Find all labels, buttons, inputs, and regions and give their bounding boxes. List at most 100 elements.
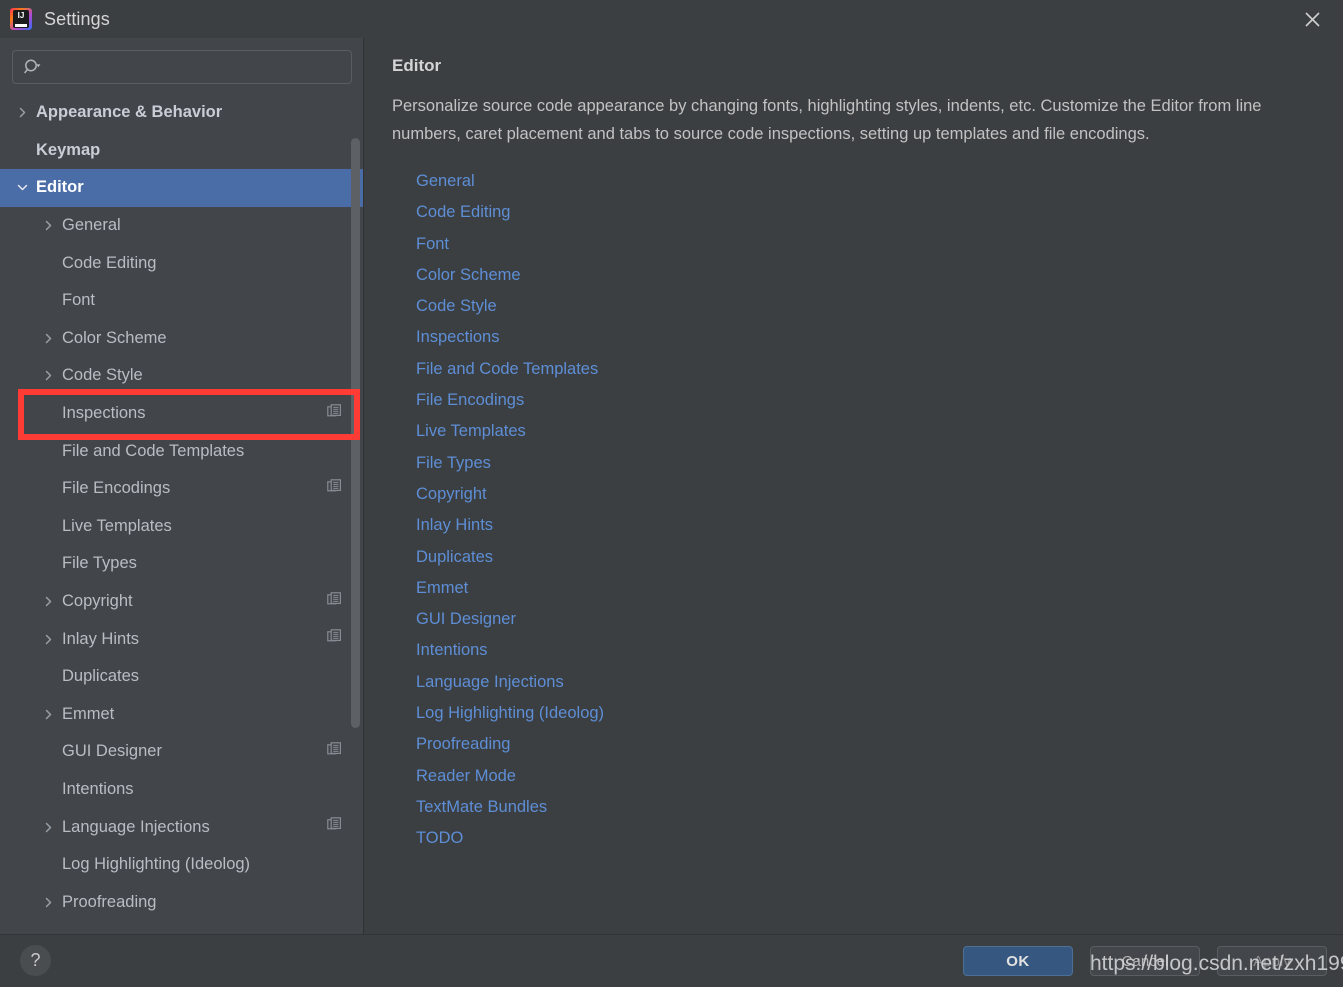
search-input[interactable] bbox=[45, 52, 351, 82]
sidebar-item-label: Log Highlighting (Ideolog) bbox=[62, 855, 251, 874]
sidebar-item-label: Inspections bbox=[62, 404, 146, 423]
sidebar-item-inlay-hints[interactable]: Inlay Hints bbox=[0, 620, 364, 658]
close-icon[interactable] bbox=[1289, 0, 1335, 38]
chevron-right-icon[interactable] bbox=[38, 370, 58, 381]
sidebar-item-proofreading[interactable]: Proofreading bbox=[0, 883, 364, 921]
sidebar-item-label: File Encodings bbox=[62, 479, 171, 498]
search-area bbox=[0, 38, 364, 94]
chevron-right-icon[interactable] bbox=[38, 220, 58, 231]
editor-link-log-highlighting-ideolog[interactable]: Log Highlighting (Ideolog) bbox=[416, 698, 604, 729]
sidebar-item-label: Code Editing bbox=[62, 253, 157, 272]
chevron-right-icon[interactable] bbox=[38, 634, 58, 645]
settings-content-panel: Editor Personalize source code appearanc… bbox=[364, 38, 1343, 934]
editor-link-copyright[interactable]: Copyright bbox=[416, 479, 487, 510]
sidebar-item-label: Language Injections bbox=[62, 817, 210, 836]
window-title: Settings bbox=[44, 8, 110, 29]
sidebar-item-label: Duplicates bbox=[62, 667, 140, 686]
sidebar-item-label: Appearance & Behavior bbox=[36, 103, 223, 122]
sidebar-item-label: File Types bbox=[62, 554, 137, 573]
sidebar-item-keymap[interactable]: Keymap bbox=[0, 132, 364, 170]
editor-link-file-and-code-templates[interactable]: File and Code Templates bbox=[416, 354, 598, 385]
sidebar-item-label: Emmet bbox=[62, 704, 115, 723]
editor-link-inlay-hints[interactable]: Inlay Hints bbox=[416, 510, 493, 541]
sidebar-item-file-encodings[interactable]: File Encodings bbox=[0, 470, 364, 508]
search-box[interactable] bbox=[12, 50, 352, 84]
editor-link-duplicates[interactable]: Duplicates bbox=[416, 542, 493, 573]
window-titlebar: IJ Settings bbox=[0, 0, 1343, 38]
chevron-right-icon[interactable] bbox=[38, 897, 58, 908]
sidebar-item-log-highlighting-ideolog[interactable]: Log Highlighting (Ideolog) bbox=[0, 846, 364, 884]
sidebar-item-live-templates[interactable]: Live Templates bbox=[0, 508, 364, 546]
sidebar-item-label: Copyright bbox=[62, 592, 133, 611]
duplicate-pages-icon[interactable] bbox=[327, 403, 342, 424]
sidebar-item-label: Inlay Hints bbox=[62, 629, 140, 648]
duplicate-pages-icon[interactable] bbox=[327, 591, 342, 612]
sidebar-item-label: Editor bbox=[36, 178, 84, 197]
sidebar-item-label: Intentions bbox=[62, 779, 134, 798]
duplicate-pages-icon[interactable] bbox=[327, 629, 342, 649]
editor-link-code-style[interactable]: Code Style bbox=[416, 291, 497, 322]
sidebar-scrollbar-thumb[interactable] bbox=[351, 138, 360, 728]
sidebar-item-copyright[interactable]: Copyright bbox=[0, 583, 364, 621]
sidebar-item-intentions[interactable]: Intentions bbox=[0, 771, 364, 809]
editor-link-live-templates[interactable]: Live Templates bbox=[416, 416, 526, 447]
editor-link-intentions[interactable]: Intentions bbox=[416, 635, 488, 666]
chevron-right-icon[interactable] bbox=[38, 822, 58, 833]
sidebar-item-label: Color Scheme bbox=[62, 328, 167, 347]
editor-link-file-encodings[interactable]: File Encodings bbox=[416, 385, 524, 416]
sidebar-item-code-editing[interactable]: Code Editing bbox=[0, 244, 364, 282]
editor-link-reader-mode[interactable]: Reader Mode bbox=[416, 761, 516, 792]
sidebar-item-font[interactable]: Font bbox=[0, 282, 364, 320]
editor-link-gui-designer[interactable]: GUI Designer bbox=[416, 604, 516, 635]
sidebar-item-language-injections[interactable]: Language Injections bbox=[0, 808, 364, 846]
duplicate-pages-icon[interactable] bbox=[327, 742, 342, 762]
duplicate-pages-icon[interactable] bbox=[327, 478, 342, 499]
editor-link-file-types[interactable]: File Types bbox=[416, 448, 491, 479]
sidebar-item-file-and-code-templates[interactable]: File and Code Templates bbox=[0, 432, 364, 470]
sidebar-item-emmet[interactable]: Emmet bbox=[0, 696, 364, 734]
cancel-button[interactable]: Cancel bbox=[1090, 946, 1200, 976]
ok-button[interactable]: OK bbox=[963, 946, 1073, 976]
sidebar-item-code-style[interactable]: Code Style bbox=[0, 357, 364, 395]
editor-link-language-injections[interactable]: Language Injections bbox=[416, 667, 564, 698]
sidebar-item-color-scheme[interactable]: Color Scheme bbox=[0, 320, 364, 358]
duplicate-pages-icon[interactable] bbox=[327, 817, 342, 837]
dialog-footer: ? OK Cancel Apply bbox=[0, 934, 1343, 987]
sidebar-item-inspections[interactable]: Inspections bbox=[0, 395, 364, 433]
sidebar-item-duplicates[interactable]: Duplicates bbox=[0, 658, 364, 696]
apply-button[interactable]: Apply bbox=[1217, 946, 1327, 976]
sidebar-item-label: Proofreading bbox=[62, 892, 157, 911]
sidebar-item-label: File and Code Templates bbox=[62, 441, 245, 460]
sidebar-item-label: Code Style bbox=[62, 366, 143, 385]
page-title: Editor bbox=[392, 56, 442, 75]
sidebar-item-editor[interactable]: Editor bbox=[0, 169, 364, 207]
sidebar-item-general[interactable]: General bbox=[0, 207, 364, 245]
editor-link-emmet[interactable]: Emmet bbox=[416, 573, 468, 604]
sidebar-item-label: Live Templates bbox=[62, 516, 172, 535]
editor-link-inspections[interactable]: Inspections bbox=[416, 322, 499, 353]
settings-sidebar: Appearance & Behavior Keymap Editor General… bbox=[0, 38, 364, 934]
editor-link-todo[interactable]: TODO bbox=[416, 823, 463, 854]
sidebar-item-label: GUI Designer bbox=[62, 742, 162, 761]
settings-tree: Appearance & Behavior Keymap Editor General… bbox=[0, 94, 364, 921]
chevron-down-icon[interactable] bbox=[12, 182, 32, 193]
sidebar-item-label: Font bbox=[62, 291, 96, 310]
sidebar-item-gui-designer[interactable]: GUI Designer bbox=[0, 733, 364, 771]
help-icon[interactable]: ? bbox=[20, 945, 51, 976]
editor-link-color-scheme[interactable]: Color Scheme bbox=[416, 260, 521, 291]
editor-subsection-links: General Code Editing Font Color Scheme Code … bbox=[416, 166, 1313, 855]
sidebar-item-appearance-behavior[interactable]: Appearance & Behavior bbox=[0, 94, 364, 132]
sidebar-item-label: General bbox=[62, 216, 121, 235]
editor-link-code-editing[interactable]: Code Editing bbox=[416, 197, 510, 228]
editor-link-textmate-bundles[interactable]: TextMate Bundles bbox=[416, 792, 547, 823]
sidebar-item-label: Keymap bbox=[36, 140, 101, 159]
chevron-right-icon[interactable] bbox=[38, 596, 58, 607]
editor-link-font[interactable]: Font bbox=[416, 229, 449, 260]
chevron-right-icon[interactable] bbox=[38, 333, 58, 344]
sidebar-item-file-types[interactable]: File Types bbox=[0, 545, 364, 583]
intellij-idea-logo-icon: IJ bbox=[10, 8, 32, 30]
chevron-right-icon[interactable] bbox=[12, 107, 32, 118]
editor-link-proofreading[interactable]: Proofreading bbox=[416, 729, 510, 760]
editor-link-general[interactable]: General bbox=[416, 166, 475, 197]
chevron-right-icon[interactable] bbox=[38, 709, 58, 720]
